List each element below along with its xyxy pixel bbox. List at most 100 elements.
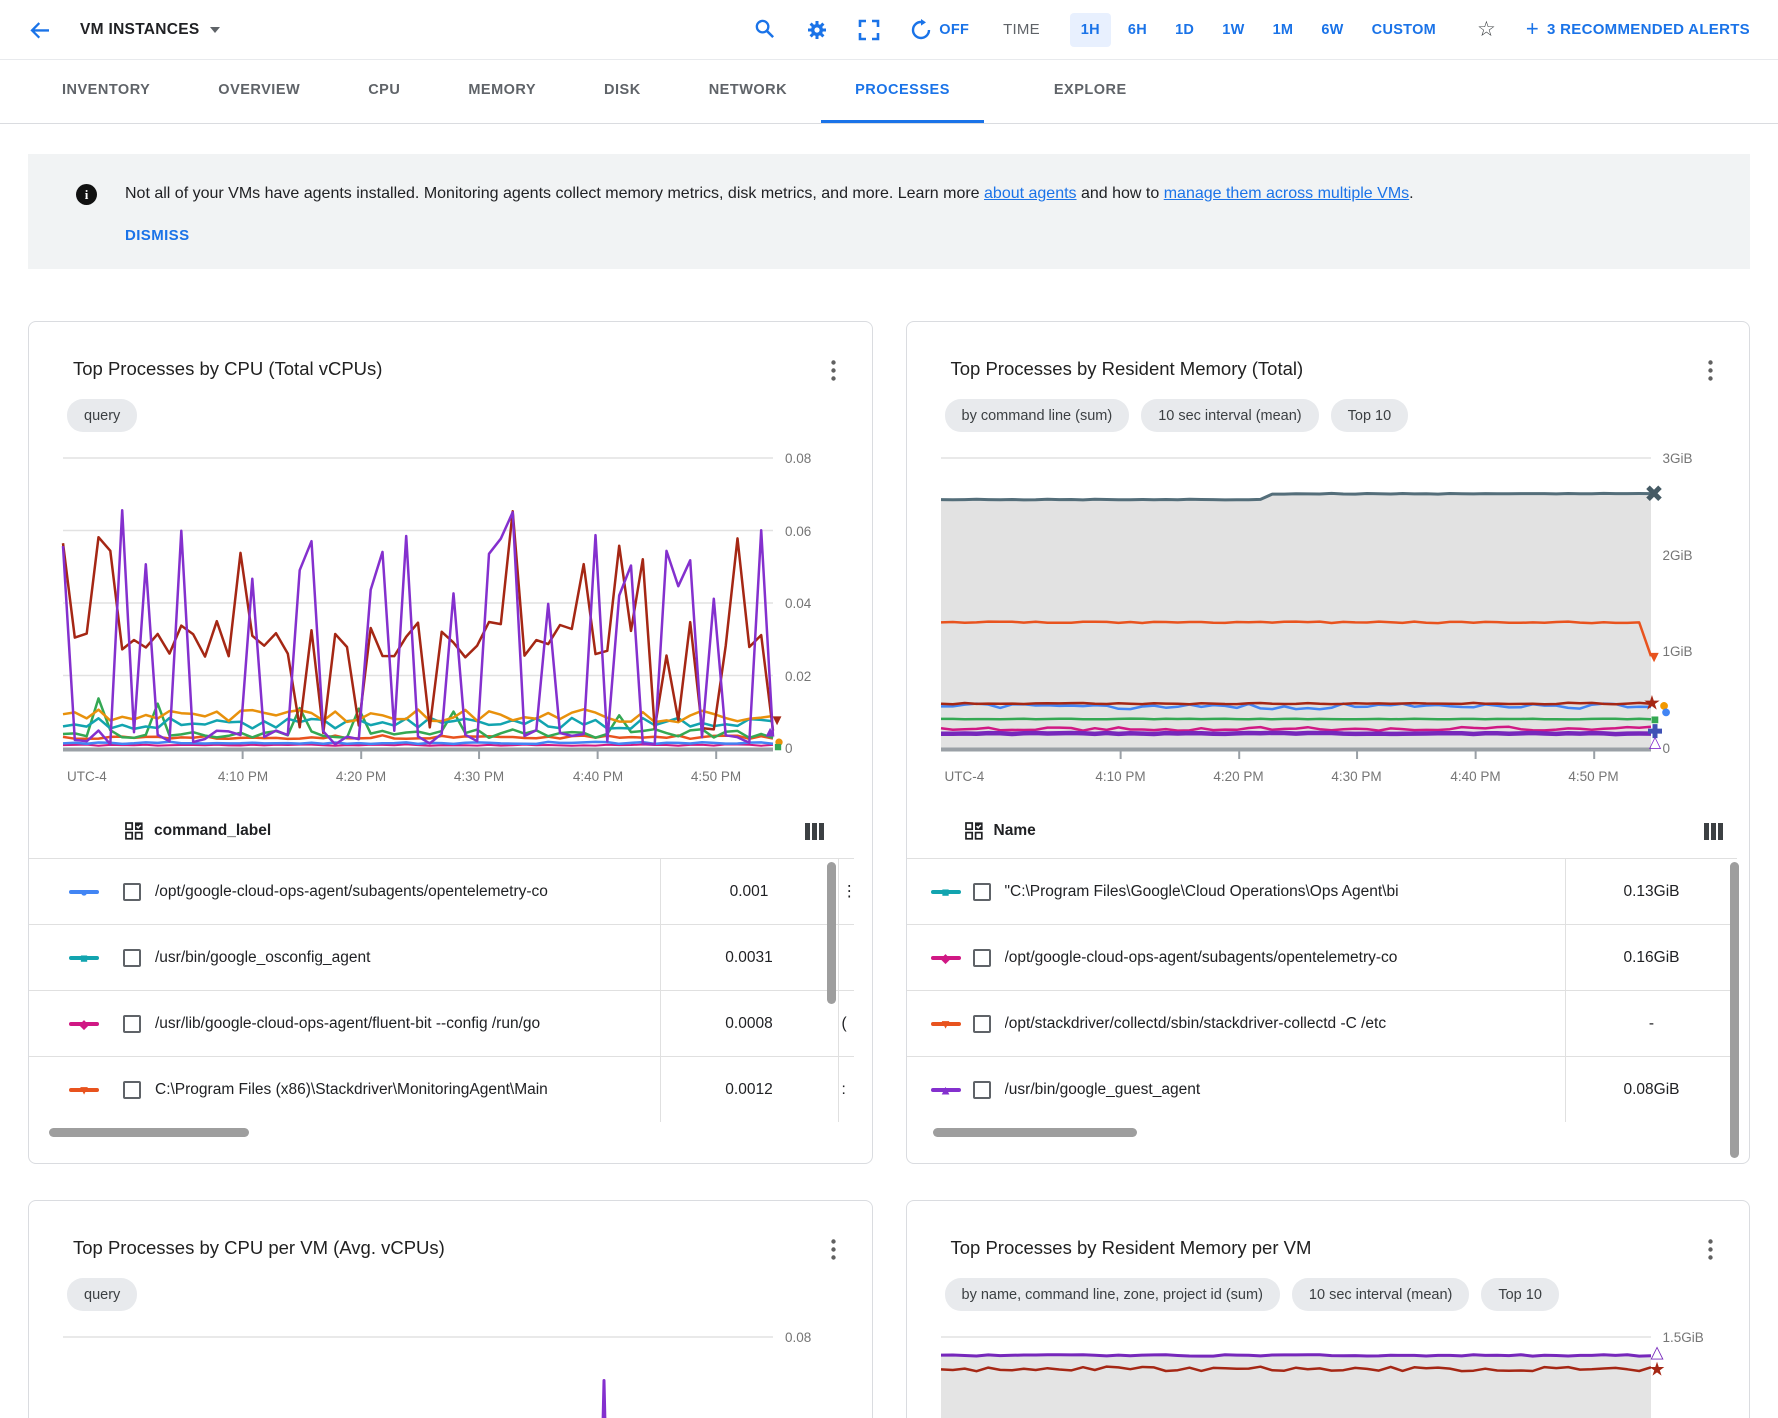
columns-icon[interactable]	[1704, 823, 1723, 840]
chevron-down-icon	[210, 27, 220, 33]
process-value: 0.13GiB	[1565, 859, 1737, 924]
series-marker: ■	[69, 949, 99, 967]
process-name: "C:\Program Files\Google\Cloud Operation…	[1005, 883, 1566, 901]
process-value: 0.001	[660, 859, 838, 924]
card-title: Top Processes by Resident Memory per VM	[951, 1237, 1312, 1259]
time-range-1h[interactable]: 1H	[1070, 13, 1111, 47]
series-marker: ◆	[69, 1015, 99, 1033]
refresh-state-label: OFF	[939, 22, 969, 38]
chart-plot-area[interactable]: ▼★●●■△ UTC-4 4:10 PM 4:20 PM 4:30 PM 4:4…	[941, 458, 1651, 788]
table-row: ▼ /opt/stackdriver/collectd/sbin/stackdr…	[907, 990, 1738, 1056]
banner-message: Not all of your VMs have agents installe…	[125, 182, 1414, 205]
table-row: ◆ /opt/google-cloud-ops-agent/subagents/…	[907, 924, 1738, 990]
row-checkbox[interactable]	[123, 1015, 141, 1033]
card-menu-icon[interactable]	[825, 358, 842, 383]
agents-info-banner: i Not all of your VMs have agents instal…	[28, 154, 1750, 269]
clipped-next-column: :	[838, 1057, 854, 1122]
tab-disk[interactable]: DISK	[570, 60, 675, 123]
time-range-6h[interactable]: 6H	[1117, 13, 1158, 47]
manage-vms-link[interactable]: manage them across multiple VMs	[1164, 185, 1409, 202]
filter-chip-groupby: by name, command line, zone, project id …	[945, 1278, 1280, 1311]
fullscreen-icon[interactable]	[858, 19, 880, 41]
table-vertical-scrollbar[interactable]	[1730, 862, 1739, 1158]
series-marker: ▼	[931, 1015, 961, 1033]
process-command: C:\Program Files (x86)\Stackdriver\Monit…	[155, 1081, 660, 1099]
recommended-alerts-button[interactable]: + 3 RECOMMENDED ALERTS	[1526, 20, 1750, 40]
search-icon[interactable]	[753, 18, 776, 41]
row-checkbox[interactable]	[123, 883, 141, 901]
back-arrow-icon[interactable]	[28, 17, 54, 43]
star-outline-icon[interactable]: ☆	[1477, 19, 1496, 40]
clipped-next-column: ⋮	[838, 859, 854, 924]
time-range-1d[interactable]: 1D	[1164, 13, 1205, 47]
card-cpu-total: Top Processes by CPU (Total vCPUs) query…	[28, 321, 873, 1164]
tab-overview[interactable]: OVERVIEW	[184, 60, 334, 123]
card-memory-per-vm: Top Processes by Resident Memory per VM …	[906, 1200, 1751, 1418]
tab-memory[interactable]: MEMORY	[434, 60, 570, 123]
table-vertical-scrollbar[interactable]	[827, 862, 836, 1004]
auto-refresh-toggle[interactable]: OFF	[910, 19, 969, 41]
time-range-6w[interactable]: 6W	[1310, 13, 1354, 47]
filter-chip-query: query	[67, 1278, 137, 1311]
card-title: Top Processes by CPU per VM (Avg. vCPUs)	[73, 1237, 445, 1259]
filter-chip-interval: 10 sec interval (mean)	[1292, 1278, 1469, 1311]
time-range-custom[interactable]: CUSTOM	[1361, 13, 1447, 47]
row-checkbox[interactable]	[973, 1015, 991, 1033]
card-title: Top Processes by CPU (Total vCPUs)	[73, 358, 382, 380]
dashboard-grid: Top Processes by CPU (Total vCPUs) query…	[28, 321, 1750, 1418]
process-name: /opt/stackdriver/collectd/sbin/stackdriv…	[1005, 1015, 1566, 1033]
tab-cpu[interactable]: CPU	[334, 60, 434, 123]
card-title: Top Processes by Resident Memory (Total)	[951, 358, 1304, 380]
table-row: ▲ /usr/bin/google_guest_agent 0.08GiB	[907, 1056, 1738, 1122]
tab-bar: INVENTORY OVERVIEW CPU MEMORY DISK NETWO…	[0, 60, 1778, 124]
table-row: ■ "C:\Program Files\Google\Cloud Operati…	[907, 858, 1738, 924]
plus-icon: +	[1526, 18, 1539, 40]
resource-selector[interactable]: VM INSTANCES	[80, 21, 220, 39]
series-marker: ■	[931, 883, 961, 901]
row-checkbox[interactable]	[973, 1081, 991, 1099]
card-menu-icon[interactable]	[825, 1237, 842, 1262]
table-row: ■ /usr/bin/google_osconfig_agent 0.0031	[29, 924, 854, 990]
memory-per-vm-chart[interactable]: △★ 1.5GiB	[907, 1337, 1750, 1418]
card-menu-icon[interactable]	[1702, 358, 1719, 383]
tab-processes[interactable]: PROCESSES	[821, 60, 984, 123]
row-checkbox[interactable]	[973, 883, 991, 901]
cpu-per-vm-chart[interactable]: 0.08	[29, 1337, 872, 1418]
columns-icon[interactable]	[805, 823, 824, 840]
card-cpu-per-vm: Top Processes by CPU per VM (Avg. vCPUs)…	[28, 1200, 873, 1418]
card-memory-total: Top Processes by Resident Memory (Total)…	[906, 321, 1751, 1164]
row-checkbox[interactable]	[973, 949, 991, 967]
table-row: ▼ C:\Program Files (x86)\Stackdriver\Mon…	[29, 1056, 854, 1122]
time-range-1w[interactable]: 1W	[1211, 13, 1255, 47]
process-value: 0.16GiB	[1565, 925, 1737, 990]
table-horizontal-scrollbar[interactable]	[49, 1128, 249, 1137]
clipped-next-column: (	[838, 991, 854, 1056]
x-axis-labels: UTC-4 4:10 PM 4:20 PM 4:30 PM 4:40 PM 4:…	[63, 762, 773, 788]
table-row: ◆ /usr/lib/google-cloud-ops-agent/fluent…	[29, 990, 854, 1056]
app-bar: VM INSTANCES OFF TIME 1H 6H 1D 1W 1M 6W …	[0, 0, 1778, 60]
chart-plot-area[interactable]: ▼▲●■ UTC-4 4:10 PM 4:20 PM 4:30 PM 4:40 …	[63, 458, 773, 788]
table-horizontal-scrollbar[interactable]	[933, 1128, 1137, 1137]
filter-chip-top: Top 10	[1331, 399, 1409, 432]
filter-chip-query: query	[67, 399, 137, 432]
y-axis-labels: 0.08	[773, 1337, 839, 1418]
info-icon: i	[76, 184, 97, 205]
settings-gear-icon[interactable]	[806, 19, 828, 41]
clipped-next-column	[838, 925, 854, 990]
time-range-1m[interactable]: 1M	[1262, 13, 1305, 47]
y-axis-labels: 1.5GiB	[1651, 1337, 1717, 1418]
tab-inventory[interactable]: INVENTORY	[28, 60, 184, 123]
select-all-icon[interactable]	[125, 822, 143, 840]
tab-network[interactable]: NETWORK	[675, 60, 821, 123]
series-marker: ▲	[931, 1081, 961, 1099]
tab-explore[interactable]: EXPLORE	[1020, 60, 1161, 123]
select-all-icon[interactable]	[965, 822, 983, 840]
filter-chip-groupby: by command line (sum)	[945, 399, 1130, 432]
dismiss-button[interactable]: DISMISS	[125, 227, 189, 244]
table-row: ● /opt/google-cloud-ops-agent/subagents/…	[29, 858, 854, 924]
row-checkbox[interactable]	[123, 1081, 141, 1099]
time-label: TIME	[1003, 21, 1040, 38]
about-agents-link[interactable]: about agents	[984, 185, 1077, 202]
row-checkbox[interactable]	[123, 949, 141, 967]
card-menu-icon[interactable]	[1702, 1237, 1719, 1262]
